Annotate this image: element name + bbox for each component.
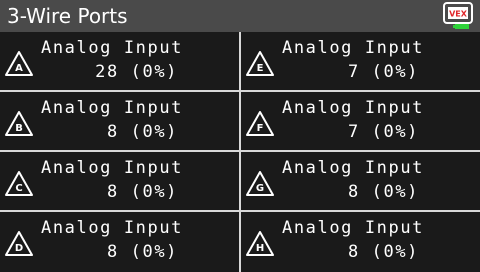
port-cell-e[interactable]: E Analog Input 7 (0%)	[241, 32, 479, 90]
port-cell-b[interactable]: B Analog Input 8 (0%)	[0, 92, 238, 150]
port-b-value: 8 (0%)	[106, 122, 178, 142]
port-cell-d[interactable]: D Analog Input 8 (0%)	[0, 212, 238, 270]
page-title: 3-Wire Ports	[7, 4, 128, 28]
title-bar: 3-Wire Ports VEX	[0, 0, 480, 32]
column-divider	[239, 32, 241, 272]
port-b-type: Analog Input	[41, 98, 184, 118]
row-divider	[0, 210, 480, 212]
port-d-icon: D	[5, 231, 33, 256]
svg-text:D: D	[15, 243, 23, 254]
port-h-type: Analog Input	[282, 218, 425, 238]
battery-icon	[455, 24, 469, 29]
port-e-type: Analog Input	[282, 38, 425, 58]
port-e-icon: E	[246, 51, 274, 76]
port-cell-f[interactable]: F Analog Input 7 (0%)	[241, 92, 479, 150]
port-h-icon: H	[246, 231, 274, 256]
port-cell-g[interactable]: G Analog Input 8 (0%)	[241, 152, 479, 210]
svg-text:B: B	[15, 123, 23, 134]
row-divider	[0, 150, 480, 152]
svg-text:G: G	[256, 183, 264, 194]
svg-text:F: F	[257, 123, 264, 134]
port-d-value: 8 (0%)	[106, 242, 178, 262]
port-e-value: 7 (0%)	[347, 62, 419, 82]
port-c-type: Analog Input	[41, 158, 184, 178]
row-divider	[0, 90, 480, 92]
port-cell-a[interactable]: A Analog Input 28 (0%)	[0, 32, 238, 90]
port-f-icon: F	[246, 111, 274, 136]
vex-brain-icon[interactable]: VEX	[443, 2, 473, 30]
svg-text:C: C	[15, 183, 22, 194]
port-f-value: 7 (0%)	[347, 122, 419, 142]
port-b-icon: B	[5, 111, 33, 136]
port-a-type: Analog Input	[41, 38, 184, 58]
port-a-value: 28 (0%)	[95, 62, 178, 82]
svg-text:A: A	[15, 63, 23, 74]
port-f-type: Analog Input	[282, 98, 425, 118]
port-d-type: Analog Input	[41, 218, 184, 238]
svg-text:E: E	[257, 63, 264, 74]
port-a-icon: A	[5, 51, 33, 76]
logo-text: VEX	[449, 10, 468, 19]
svg-text:H: H	[256, 243, 264, 254]
port-cell-c[interactable]: C Analog Input 8 (0%)	[0, 152, 238, 210]
port-cell-h[interactable]: H Analog Input 8 (0%)	[241, 212, 479, 270]
port-g-type: Analog Input	[282, 158, 425, 178]
port-c-value: 8 (0%)	[106, 182, 178, 202]
port-c-icon: C	[5, 171, 33, 196]
port-h-value: 8 (0%)	[347, 242, 419, 262]
port-g-icon: G	[246, 171, 274, 196]
port-g-value: 8 (0%)	[347, 182, 419, 202]
